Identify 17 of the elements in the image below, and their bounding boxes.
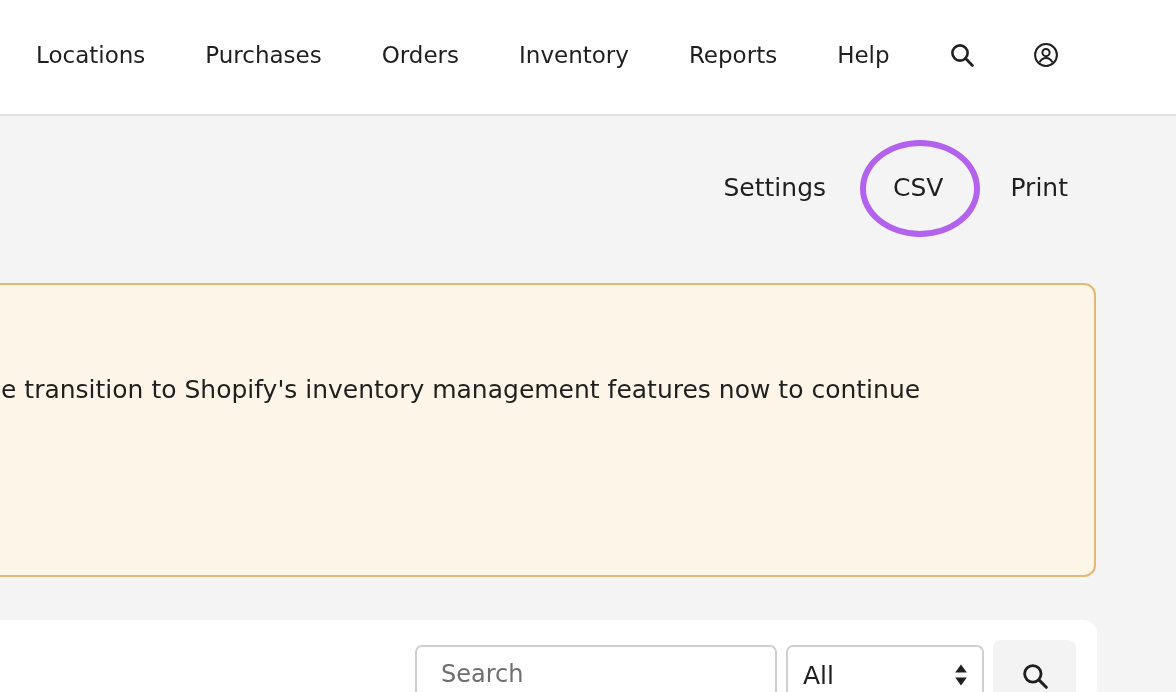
sort-arrows-icon [955, 664, 967, 686]
action-link[interactable]: Print [1010, 173, 1068, 203]
nav-link[interactable]: Help [837, 41, 890, 69]
nav-link[interactable]: Locations [36, 41, 146, 69]
nav-link[interactable]: Orders [381, 41, 460, 69]
search-field[interactable]: Search [415, 645, 777, 692]
search-icon [1021, 663, 1048, 689]
banner-text: e transition to Shopify's inventory management features now to continue [0, 375, 921, 405]
action-link[interactable]: Settings [723, 173, 827, 203]
nav-link[interactable]: Reports [688, 41, 778, 69]
user-circle-icon[interactable] [1033, 43, 1058, 67]
search-icon[interactable] [949, 43, 974, 67]
nav-link[interactable]: Inventory [519, 41, 629, 69]
filter-select[interactable]: All [786, 645, 984, 692]
nav-link[interactable]: Purchases [205, 41, 322, 69]
search-button[interactable] [993, 640, 1076, 692]
action-link[interactable]: CSV [893, 173, 944, 203]
